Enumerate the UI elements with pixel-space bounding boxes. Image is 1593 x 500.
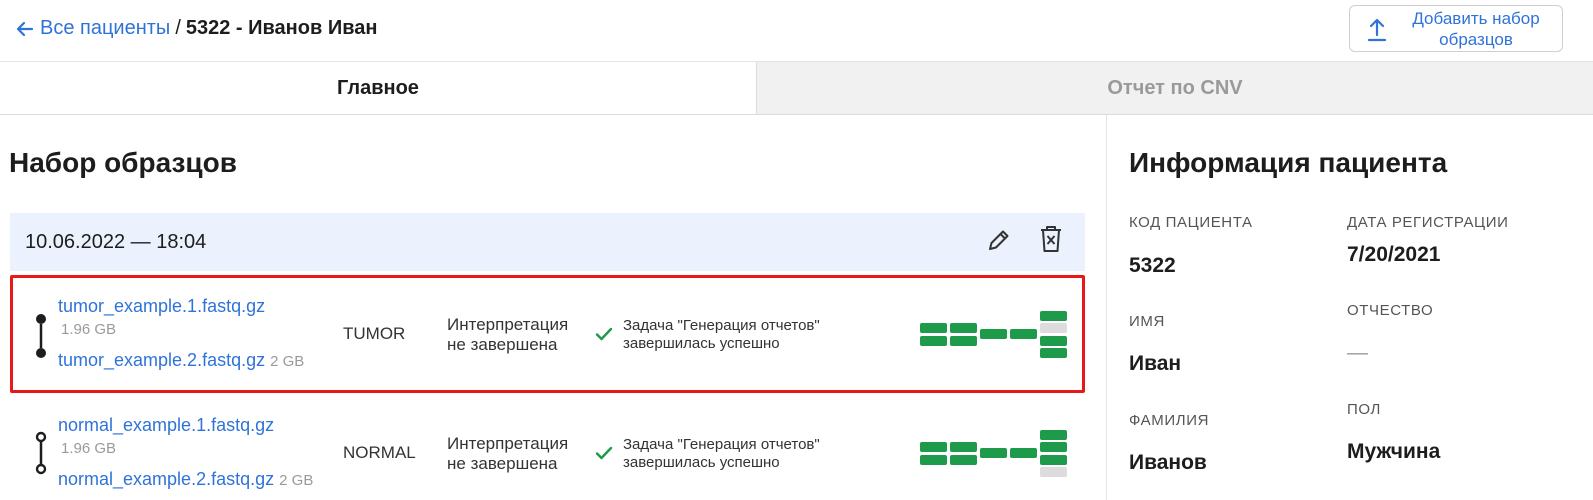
delete-icon[interactable] bbox=[1039, 225, 1063, 258]
tab-main[interactable]: Главное bbox=[0, 62, 757, 114]
interpretation-line: Интерпретация bbox=[447, 434, 569, 453]
file-size: 2 GB bbox=[279, 472, 314, 489]
surname-label: ФАМИЛИЯ bbox=[1129, 412, 1210, 429]
sample-row-normal: normal_example.1.fastq.gz 1.96 GB normal… bbox=[10, 395, 1085, 500]
tab-main-label: Главное bbox=[337, 76, 419, 99]
first-name-value: Иван bbox=[1129, 352, 1182, 375]
registration-date-label: ДАТА РЕГИСТРАЦИИ bbox=[1347, 214, 1509, 231]
progress-block bbox=[920, 323, 947, 333]
sample-file-link: tumor_example.2.fastq.gz 2 GB bbox=[58, 350, 304, 371]
sample-file-name[interactable]: normal_example.2.fastq.gz bbox=[58, 469, 274, 489]
progress-block bbox=[1040, 467, 1067, 477]
progress-block bbox=[980, 329, 1007, 339]
sample-file-link[interactable]: tumor_example.1.fastq.gz bbox=[58, 296, 265, 317]
pipeline-progress-indicator bbox=[920, 311, 1067, 358]
add-sample-set-label: Добавить набор образцов bbox=[1412, 8, 1540, 49]
progress-block bbox=[1040, 430, 1067, 440]
interpretation-status: Интерпретация не завершена bbox=[447, 315, 568, 355]
tab-cnv-report[interactable]: Отчет по CNV bbox=[757, 62, 1593, 114]
patient-code-label: КОД ПАЦИЕНТА bbox=[1129, 214, 1253, 231]
file-size: 1.96 GB bbox=[61, 321, 117, 338]
sample-type: NORMAL bbox=[343, 443, 416, 462]
file-size: 1.96 GB bbox=[61, 440, 117, 457]
interpretation-line: не завершена bbox=[447, 335, 558, 354]
task-status: Задача "Генерация отчетов" завершилась у… bbox=[595, 317, 820, 353]
progress-block bbox=[1040, 311, 1067, 321]
upload-icon bbox=[1367, 18, 1387, 42]
pipeline-progress-indicator bbox=[920, 430, 1067, 477]
breadcrumb-separator: / bbox=[175, 17, 181, 39]
progress-block bbox=[1040, 348, 1067, 358]
patient-code-value: 5322 bbox=[1129, 254, 1176, 277]
task-status-text: Задача "Генерация отчетов" завершилась у… bbox=[623, 436, 820, 472]
sample-sets-title: Набор образцов bbox=[9, 147, 237, 178]
progress-block bbox=[950, 336, 977, 346]
back-link-label: Все пациенты bbox=[40, 17, 171, 39]
patronymic-label: ОТЧЕСТВО bbox=[1347, 302, 1434, 319]
surname-value: Иванов bbox=[1129, 451, 1207, 474]
progress-block bbox=[920, 336, 947, 346]
paired-files-connector-icon bbox=[36, 314, 46, 358]
interpretation-line: Интерпретация bbox=[447, 315, 569, 334]
add-sample-set-button[interactable]: Добавить набор образцов bbox=[1349, 5, 1563, 52]
progress-block bbox=[1010, 448, 1037, 458]
checkmark-icon bbox=[595, 446, 613, 460]
registration-date-value: 7/20/2021 bbox=[1347, 243, 1441, 266]
panel-divider bbox=[1106, 115, 1107, 500]
task-status: Задача "Генерация отчетов" завершилась у… bbox=[595, 436, 820, 472]
progress-block bbox=[950, 442, 977, 452]
sample-file-link[interactable]: normal_example.1.fastq.gz bbox=[58, 415, 274, 436]
patient-info-title: Информация пациента bbox=[1129, 147, 1448, 178]
task-line: завершилась успешно bbox=[623, 454, 780, 471]
progress-block bbox=[1040, 442, 1067, 452]
interpretation-line: не завершена bbox=[447, 454, 558, 473]
progress-block bbox=[980, 448, 1007, 458]
checkmark-icon bbox=[595, 327, 613, 341]
sample-file-name[interactable]: tumor_example.2.fastq.gz bbox=[58, 350, 265, 370]
progress-block bbox=[950, 455, 977, 465]
progress-block bbox=[950, 323, 977, 333]
interpretation-status: Интерпретация не завершена bbox=[447, 434, 568, 474]
sex-label: ПОЛ bbox=[1347, 401, 1381, 418]
edit-icon[interactable] bbox=[986, 227, 1012, 258]
progress-block bbox=[920, 442, 947, 452]
top-bar: Все пациенты / 5322 - Иванов Иван Добави… bbox=[0, 0, 1593, 62]
file-size: 2 GB bbox=[270, 353, 305, 370]
progress-block bbox=[920, 455, 947, 465]
task-line: завершилась успешно bbox=[623, 335, 780, 352]
sample-file-link: normal_example.2.fastq.gz 2 GB bbox=[58, 469, 313, 490]
task-status-text: Задача "Генерация отчетов" завершилась у… bbox=[623, 317, 820, 353]
paired-files-connector-icon bbox=[35, 431, 47, 475]
patronymic-value: — bbox=[1347, 341, 1368, 364]
progress-block bbox=[1040, 336, 1067, 346]
breadcrumb-current: 5322 - Иванов Иван bbox=[185, 17, 378, 39]
sample-set-datetime: 10.06.2022 — 18:04 bbox=[25, 231, 207, 253]
sex-value: Мужчина bbox=[1347, 440, 1441, 463]
progress-block bbox=[1010, 329, 1037, 339]
tab-bar: Главное Отчет по CNV bbox=[0, 62, 1593, 115]
task-line: Задача "Генерация отчетов" bbox=[623, 436, 820, 453]
sample-set-header: 10.06.2022 — 18:04 bbox=[10, 213, 1085, 271]
task-line: Задача "Генерация отчетов" bbox=[623, 317, 820, 334]
arrow-left-icon bbox=[16, 21, 34, 36]
sample-type: TUMOR bbox=[343, 324, 406, 343]
tab-cnv-report-label: Отчет по CNV bbox=[1107, 76, 1243, 99]
progress-block bbox=[1040, 323, 1067, 333]
sample-row-tumor: tumor_example.1.fastq.gz 1.96 GB tumor_e… bbox=[10, 275, 1085, 393]
progress-block bbox=[1040, 455, 1067, 465]
back-to-patients-link[interactable]: Все пациенты bbox=[16, 17, 170, 40]
first-name-label: ИМЯ bbox=[1129, 313, 1165, 330]
breadcrumb: Все пациенты / 5322 - Иванов Иван bbox=[16, 17, 377, 40]
